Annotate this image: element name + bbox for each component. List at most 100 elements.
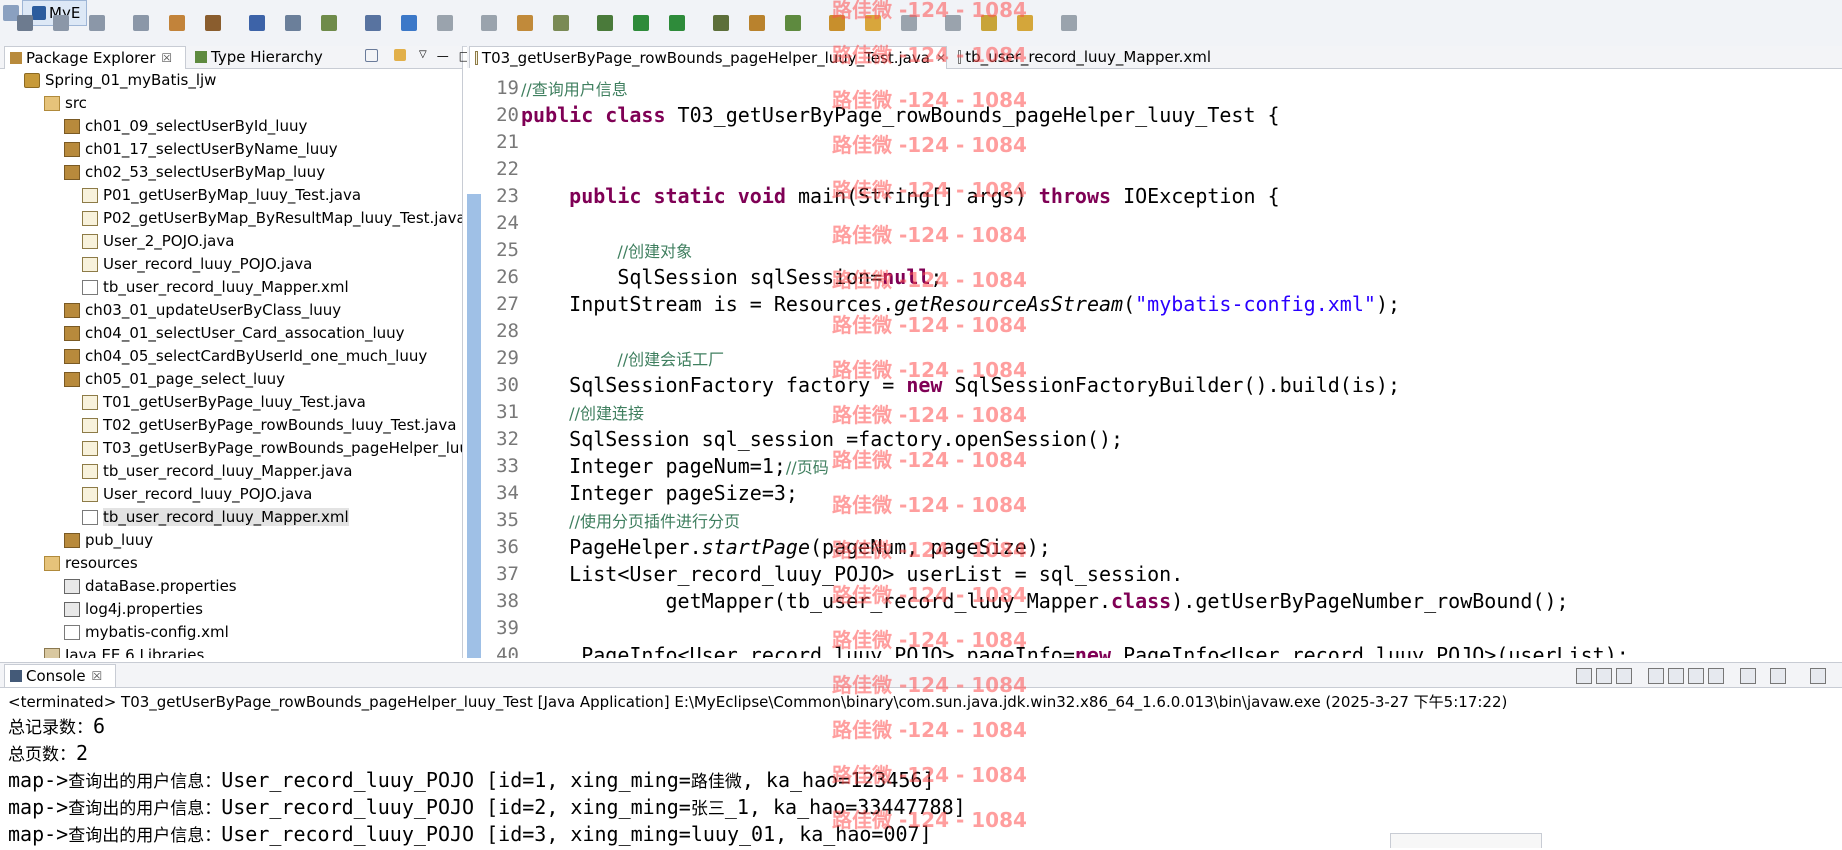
code-line: getMapper(tb_user_record_luuy_Mapper.cla… xyxy=(521,588,1568,615)
java-file-icon xyxy=(82,394,98,410)
show-on-output-icon[interactable] xyxy=(1688,668,1704,684)
xml-file-icon xyxy=(82,509,98,525)
package-icon xyxy=(64,164,80,180)
console-text: User_record_luuy_POJO [id=2, xing_ming= xyxy=(221,795,691,819)
link-with-editor-icon[interactable] xyxy=(394,49,406,61)
code-line: SqlSession sql_session =factory.openSess… xyxy=(521,426,1123,453)
open-perspective-icon[interactable] xyxy=(553,15,569,31)
tree-item[interactable]: ch01_09_selectUserById_luuy xyxy=(64,115,307,137)
tree-item[interactable]: tb_user_record_luuy_Mapper.xml xyxy=(82,276,349,298)
tree-item[interactable]: ch05_01_page_select_luuy xyxy=(64,368,285,390)
package-icon xyxy=(64,348,80,364)
server-icon[interactable] xyxy=(285,15,301,31)
tree-item[interactable]: src xyxy=(44,92,87,114)
java-file-icon xyxy=(82,256,98,272)
new-class-icon[interactable] xyxy=(517,15,533,31)
browser-icon[interactable] xyxy=(401,15,417,31)
clear-console-icon[interactable] xyxy=(1648,668,1664,684)
close-icon[interactable]: ☒ xyxy=(92,669,103,683)
java-file-icon xyxy=(82,233,98,249)
tree-item[interactable]: User_record_luuy_POJO.java xyxy=(82,483,312,505)
debug-icon[interactable] xyxy=(597,15,613,31)
tree-item[interactable]: T03_getUserByPage_rowBounds_pageHelper_l… xyxy=(82,437,462,459)
package-icon xyxy=(64,325,80,341)
print-icon[interactable] xyxy=(133,15,149,31)
line-number: 31 xyxy=(496,401,519,423)
back-icon[interactable] xyxy=(437,15,453,31)
tree-item[interactable]: ch04_01_selectUser_Card_assocation_luuy xyxy=(64,322,405,344)
watermark-text: 路佳微 -124 - 1084 xyxy=(832,448,1027,472)
coverage-icon[interactable] xyxy=(713,15,729,31)
view-menu-icon[interactable]: ▽ xyxy=(419,49,427,63)
tree-item[interactable]: ch04_05_selectCardByUserId_one_much_luuy xyxy=(64,345,427,367)
code-line: //创建连接 xyxy=(521,399,644,427)
code-token: new xyxy=(1074,643,1124,658)
line-number: 24 xyxy=(496,212,519,234)
scroll-lock-icon[interactable] xyxy=(1668,668,1684,684)
tree-item[interactable]: User_record_luuy_POJO.java xyxy=(82,253,312,275)
tree-item[interactable]: T01_getUserByPage_luuy_Test.java xyxy=(82,391,366,413)
tab-type-hierarchy[interactable]: Type Hierarchy xyxy=(190,46,330,68)
save-icon[interactable] xyxy=(53,15,69,31)
line-number: 27 xyxy=(496,293,519,315)
tree-item[interactable]: tb_user_record_luuy_Mapper.xml xyxy=(82,506,349,528)
console-text: 6 xyxy=(93,714,106,738)
close-icon[interactable]: ☒ xyxy=(161,51,172,65)
build-icon[interactable] xyxy=(749,15,765,31)
run-icon[interactable] xyxy=(633,15,649,31)
minimize-icon[interactable]: — xyxy=(437,49,449,63)
remove-launch-icon[interactable] xyxy=(1596,668,1612,684)
deploy-icon[interactable] xyxy=(321,15,337,31)
tree-item-label: T03_getUserByPage_rowBounds_pageHelper_l… xyxy=(103,439,462,457)
tree-item[interactable]: mybatis-config.xml xyxy=(64,621,229,643)
tree-item-label: ch01_09_selectUserById_luuy xyxy=(85,117,308,135)
code-line: //查询用户信息 xyxy=(521,75,628,103)
new-package-icon[interactable] xyxy=(249,15,265,31)
tree-item[interactable]: Spring_01_myBatis_ljw xyxy=(24,69,216,91)
save-all-icon[interactable] xyxy=(89,15,105,31)
console-text: 2 xyxy=(76,741,89,765)
tree-item[interactable]: User_2_POJO.java xyxy=(82,230,234,252)
tree-item[interactable]: T02_getUserByPage_rowBounds_luuy_Test.ja… xyxy=(82,414,456,436)
tab-console[interactable]: Console ☒ xyxy=(4,664,116,687)
search-icon[interactable] xyxy=(365,15,381,31)
open-console-icon[interactable] xyxy=(1810,668,1826,684)
line-number: 37 xyxy=(496,563,519,585)
tree-item[interactable]: P01_getUserByMap_luuy_Test.java xyxy=(82,184,361,206)
pin-console-icon[interactable] xyxy=(1740,668,1756,684)
new-wizard-icon[interactable] xyxy=(17,15,33,31)
tree-item[interactable]: resources xyxy=(44,552,138,574)
tree-item[interactable]: dataBase.properties xyxy=(64,575,237,597)
open-type-icon[interactable] xyxy=(169,15,185,31)
line-number: 30 xyxy=(496,374,519,396)
console-text: 总记录数： xyxy=(8,718,93,738)
collapse-all-icon[interactable] xyxy=(365,49,378,62)
properties-file-icon xyxy=(64,578,80,594)
watermark-text: 路佳微 -124 - 1084 xyxy=(832,538,1027,562)
forward-nav-icon[interactable] xyxy=(1061,15,1077,31)
source-code[interactable]: 19 20 21 22 23 24 25 26 27 28 29 30 31 32 33 34 35 36 37 38… xyxy=(467,68,1842,658)
tree-item[interactable]: Java EE 6 Libraries xyxy=(44,644,204,658)
new-java-project-icon[interactable] xyxy=(205,15,221,31)
remove-all-launches-icon[interactable] xyxy=(1616,668,1632,684)
tree-item[interactable]: ch03_01_updateUserByClass_luuy xyxy=(64,299,341,321)
run-external-icon[interactable] xyxy=(669,15,685,31)
tree-item[interactable]: pub_luuy xyxy=(64,529,153,551)
tree-item[interactable]: ch01_17_selectUserByName_luuy xyxy=(64,138,338,160)
left-view-tabs: Package Explorer ☒ Type Hierarchy ▽ — □ xyxy=(0,46,470,69)
console-text: 查询出的用户信息： xyxy=(68,799,222,819)
tab-package-explorer[interactable]: Package Explorer ☒ xyxy=(4,46,186,69)
watermark-text: 路佳微 -124 - 1084 xyxy=(832,133,1027,157)
forward-icon[interactable] xyxy=(481,15,497,31)
terminate-icon[interactable] xyxy=(1576,668,1592,684)
tree-item[interactable]: P02_getUserByMap_ByResultMap_luuy_Test.j… xyxy=(82,207,462,229)
console-text: User_record_luuy_POJO [id=3, xing_ming=l… xyxy=(221,822,932,846)
show-on-error-icon[interactable] xyxy=(1708,668,1724,684)
tree-item[interactable]: log4j.properties xyxy=(64,598,203,620)
tree-item[interactable]: tb_user_record_luuy_Mapper.java xyxy=(82,460,353,482)
tree-item[interactable]: ch02_53_selectUserByMap_luuy xyxy=(64,161,325,183)
code-token: "mybatis-config.xml" xyxy=(1135,292,1376,316)
java-file-icon xyxy=(82,417,98,433)
display-selected-console-icon[interactable] xyxy=(1770,668,1786,684)
refresh-icon[interactable] xyxy=(785,15,801,31)
